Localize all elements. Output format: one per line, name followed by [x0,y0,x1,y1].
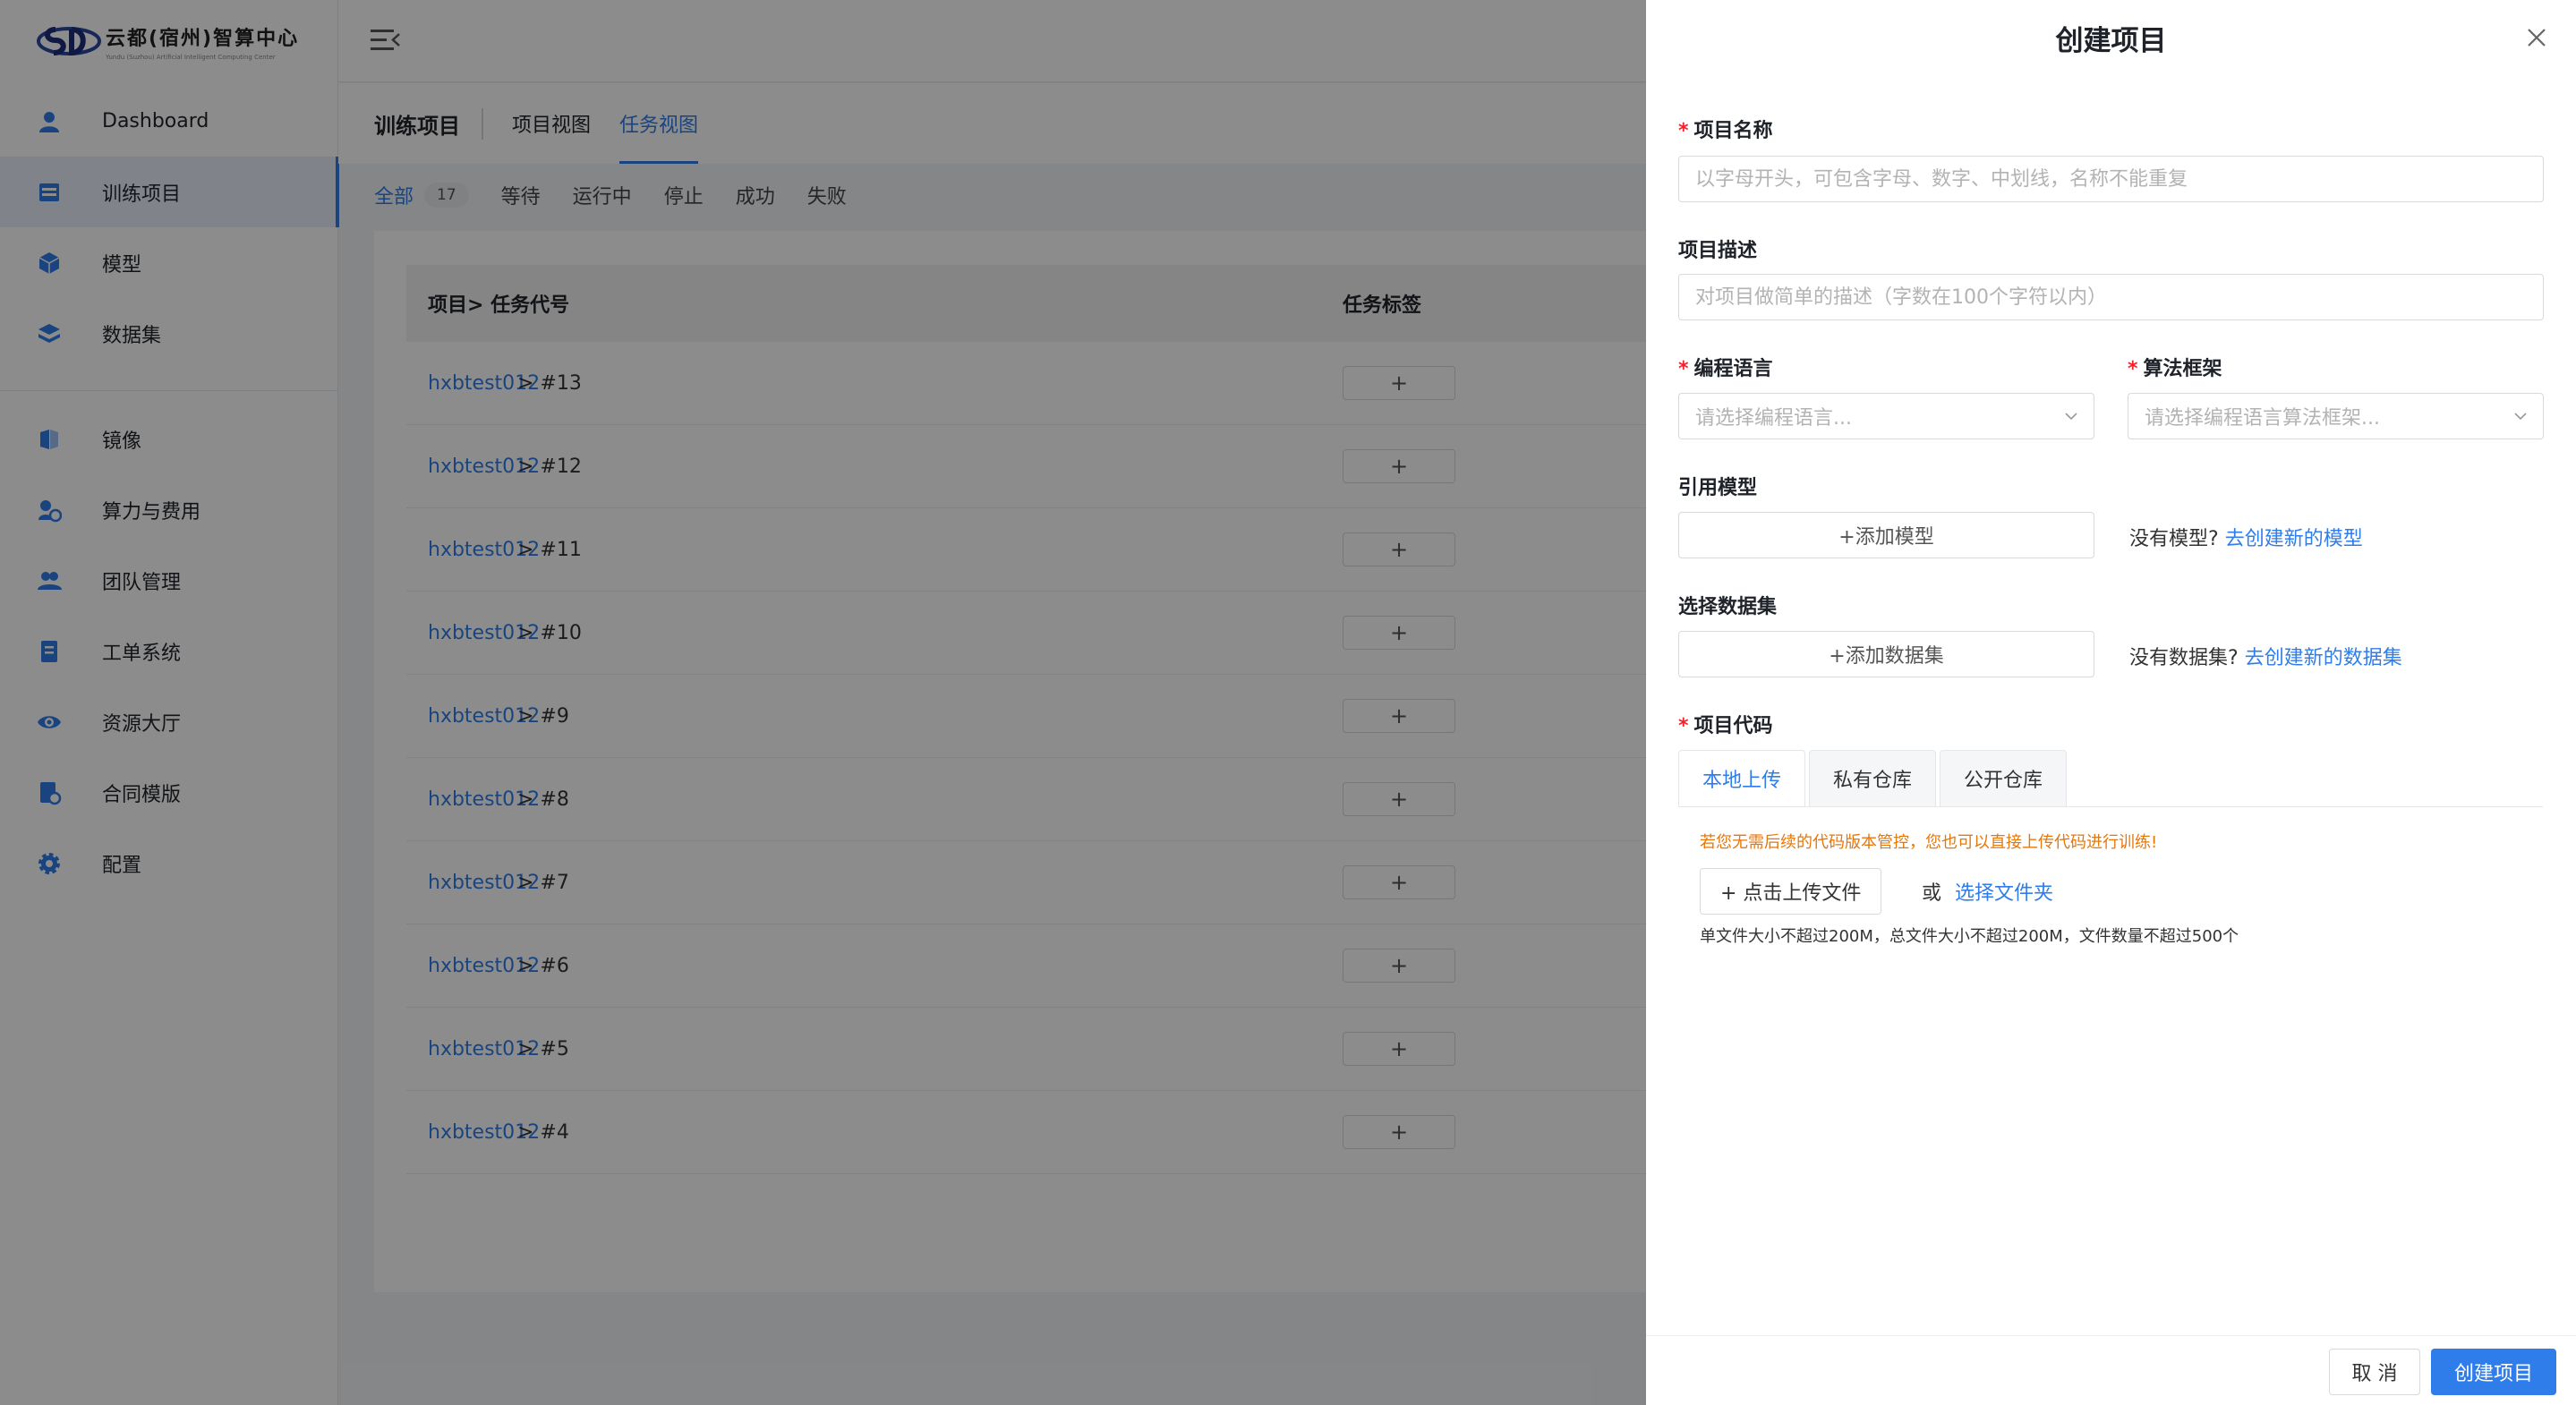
framework-placeholder: 请选择编程语言算法框架... [2145,407,2380,430]
name-label: * 项目名称 [1678,115,1773,143]
add-model-button[interactable]: +添加模型 [1678,512,2094,558]
or-text: 或 [1922,882,1942,905]
no-model-text: 没有模型? [2129,528,2219,550]
dataset-label: 选择数据集 [1678,596,1778,618]
description-label: 项目描述 [1678,240,1758,262]
no-dataset-hint: 没有数据集? 去创建新的数据集 [2129,642,2402,670]
framework-select[interactable]: 请选择编程语言算法框架... [2128,393,2544,439]
framework-label-text: 算法框架 [2143,358,2222,380]
tab-private-repo[interactable]: 私有仓库 [1809,750,1937,807]
language-label: * 编程语言 [1678,353,1773,381]
drawer-footer: 取 消 创建项目 [1646,1335,2576,1405]
upload-file-button[interactable]: + 点击上传文件 [1700,868,1882,915]
name-label-text: 项目名称 [1693,120,1773,142]
tab-local-upload[interactable]: 本地上传 [1678,750,1806,807]
no-dataset-text: 没有数据集? [2129,647,2239,669]
chevron-down-icon [2065,413,2077,421]
upload-warning: 若您无需后续的代码版本管控，您也可以直接上传代码进行训练! [1700,833,2158,852]
cancel-button[interactable]: 取 消 [2329,1349,2420,1395]
language-label-text: 编程语言 [1693,358,1773,380]
create-dataset-link[interactable]: 去创建新的数据集 [2245,647,2402,669]
create-project-button[interactable]: 创建项目 [2431,1349,2556,1395]
required-mark: * [1678,120,1689,142]
or-separator: 或 选择文件夹 [1922,877,2053,906]
create-model-link[interactable]: 去创建新的模型 [2225,528,2363,550]
code-label-text: 项目代码 [1693,715,1773,737]
language-placeholder: 请选择编程语言... [1695,407,1852,430]
close-icon[interactable] [2524,25,2549,50]
framework-label: * 算法框架 [2128,353,2222,381]
create-project-drawer: 创建项目 *项目名称 项目描述 *编程语言 请选择编程语言... *算法框架 请… [1646,0,2576,1405]
add-dataset-button[interactable]: +添加数据集 [1678,631,2094,677]
upload-limit-text: 单文件大小不超过200M，总文件大小不超过200M，文件数量不超过500个 [1700,927,2239,946]
drawer-title: 创建项目 [2055,25,2167,57]
project-description-input[interactable] [1678,274,2544,320]
tab-public-repo[interactable]: 公开仓库 [1940,750,2068,807]
project-name-input[interactable] [1678,156,2544,202]
chevron-down-icon [2514,413,2527,421]
code-label: * 项目代码 [1678,710,1773,738]
select-folder-link[interactable]: 选择文件夹 [1955,882,2053,905]
required-mark: * [2128,358,2138,380]
tabs-divider [1678,806,2543,807]
no-model-hint: 没有模型? 去创建新的模型 [2129,523,2363,551]
language-select[interactable]: 请选择编程语言... [1678,393,2094,439]
required-mark: * [1678,358,1689,380]
required-mark: * [1678,715,1689,737]
code-source-tabs: 本地上传 私有仓库 公开仓库 [1678,750,2070,807]
model-label: 引用模型 [1678,477,1758,499]
